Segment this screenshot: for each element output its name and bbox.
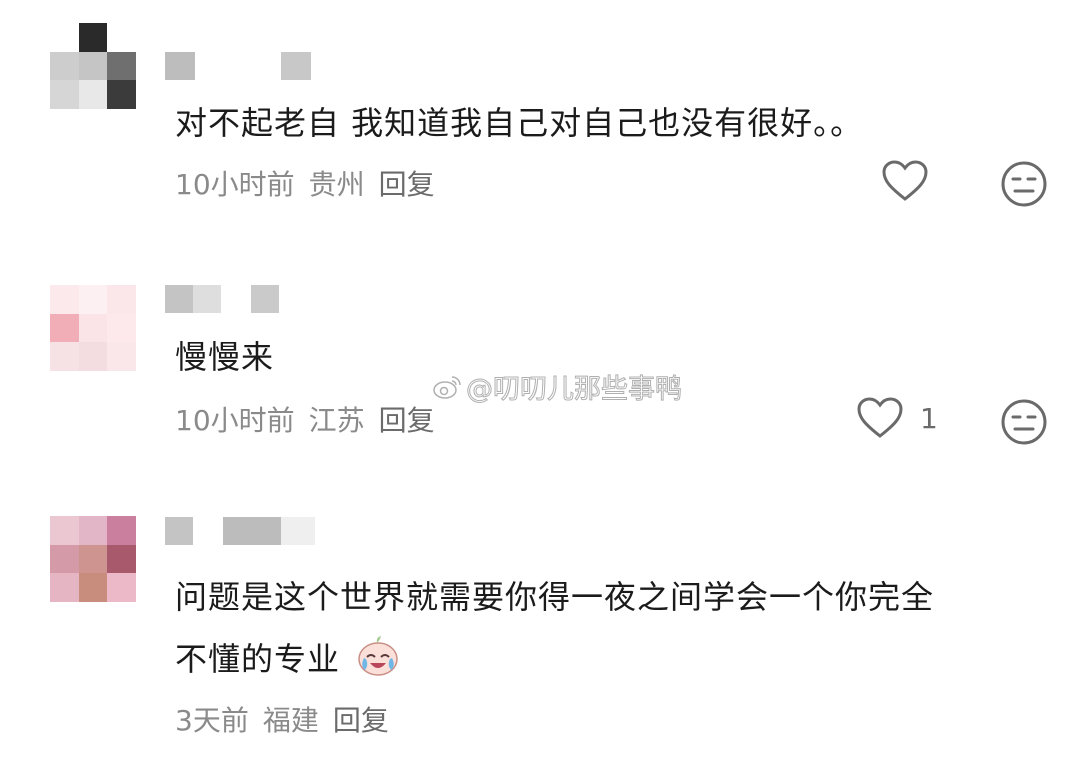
username-pixelated[interactable]	[165, 52, 311, 80]
comment-meta: 10小时前 贵州 回复	[175, 163, 435, 203]
avatar-pixel	[107, 80, 136, 109]
comment-meta: 10小时前 江苏 回复	[175, 399, 435, 439]
comment-text-line2: 不懂的专业	[175, 632, 401, 690]
comment-time: 3天前	[175, 704, 249, 737]
avatar-pixel	[50, 516, 79, 545]
comment-text: 慢慢来	[175, 338, 275, 376]
avatar[interactable]	[50, 285, 136, 371]
avatar-pixel	[78, 23, 108, 52]
avatar-pixel	[78, 544, 108, 574]
comment-time: 10小时前	[175, 404, 295, 437]
avatar[interactable]	[50, 23, 136, 109]
heart-outline-icon	[857, 397, 903, 438]
meh-face-icon	[1001, 399, 1047, 445]
avatar-pixel	[50, 313, 79, 343]
username-pixelated[interactable]	[165, 517, 315, 545]
avatar-pixel	[50, 573, 79, 602]
reply-button[interactable]: 回复	[379, 163, 435, 203]
avatar-pixel	[107, 342, 136, 371]
watermark-text: @叨叨儿那些事鸭	[466, 374, 683, 406]
meh-face-icon	[1001, 161, 1047, 207]
like-button[interactable]	[881, 159, 929, 203]
avatar-pixel	[107, 313, 136, 343]
avatar-pixel	[107, 23, 136, 52]
avatar-pixel	[50, 23, 79, 52]
reply-button[interactable]: 回复	[379, 399, 435, 439]
comment-time: 10小时前	[175, 168, 295, 201]
comment-location: 江苏	[308, 404, 365, 437]
dislike-button[interactable]	[1000, 398, 1048, 450]
comment-text: 对不起老自 我知道我自己对自己也没有很好。。	[175, 104, 864, 142]
avatar-pixel	[78, 313, 108, 343]
avatar[interactable]	[50, 516, 136, 602]
avatar-pixel	[107, 285, 136, 314]
watermark: @叨叨儿那些事鸭	[432, 367, 683, 406]
crying-laughing-emoji-icon	[355, 632, 401, 690]
comment-text: 问题是这个世界就需要你得一夜之间学会一个你完全	[175, 578, 935, 616]
comment-location: 贵州	[308, 168, 365, 201]
avatar-pixel	[50, 51, 79, 81]
avatar-pixel	[78, 342, 108, 371]
like-button[interactable]: 1	[856, 396, 938, 440]
comment-text-part: 不懂的专业	[175, 640, 341, 678]
heart-outline-icon	[882, 160, 928, 201]
dislike-button[interactable]	[1000, 160, 1048, 212]
avatar-pixel	[78, 80, 108, 109]
avatar-pixel	[78, 516, 108, 545]
reply-button[interactable]: 回复	[333, 699, 389, 739]
avatar-pixel	[107, 544, 136, 574]
avatar-pixel	[78, 573, 108, 602]
avatar-pixel	[50, 342, 79, 371]
avatar-pixel	[78, 51, 108, 81]
like-count: 1	[920, 401, 938, 435]
username-pixelated[interactable]	[165, 285, 279, 313]
avatar-pixel	[50, 544, 79, 574]
avatar-pixel	[107, 516, 136, 545]
comment-meta: 3天前 福建 回复	[175, 699, 389, 739]
weibo-logo-icon	[433, 375, 461, 399]
avatar-pixel	[78, 285, 108, 314]
avatar-pixel	[107, 573, 136, 602]
comment-location: 福建	[262, 704, 319, 737]
avatar-pixel	[50, 80, 79, 109]
avatar-pixel	[107, 51, 136, 81]
avatar-pixel	[50, 285, 79, 314]
